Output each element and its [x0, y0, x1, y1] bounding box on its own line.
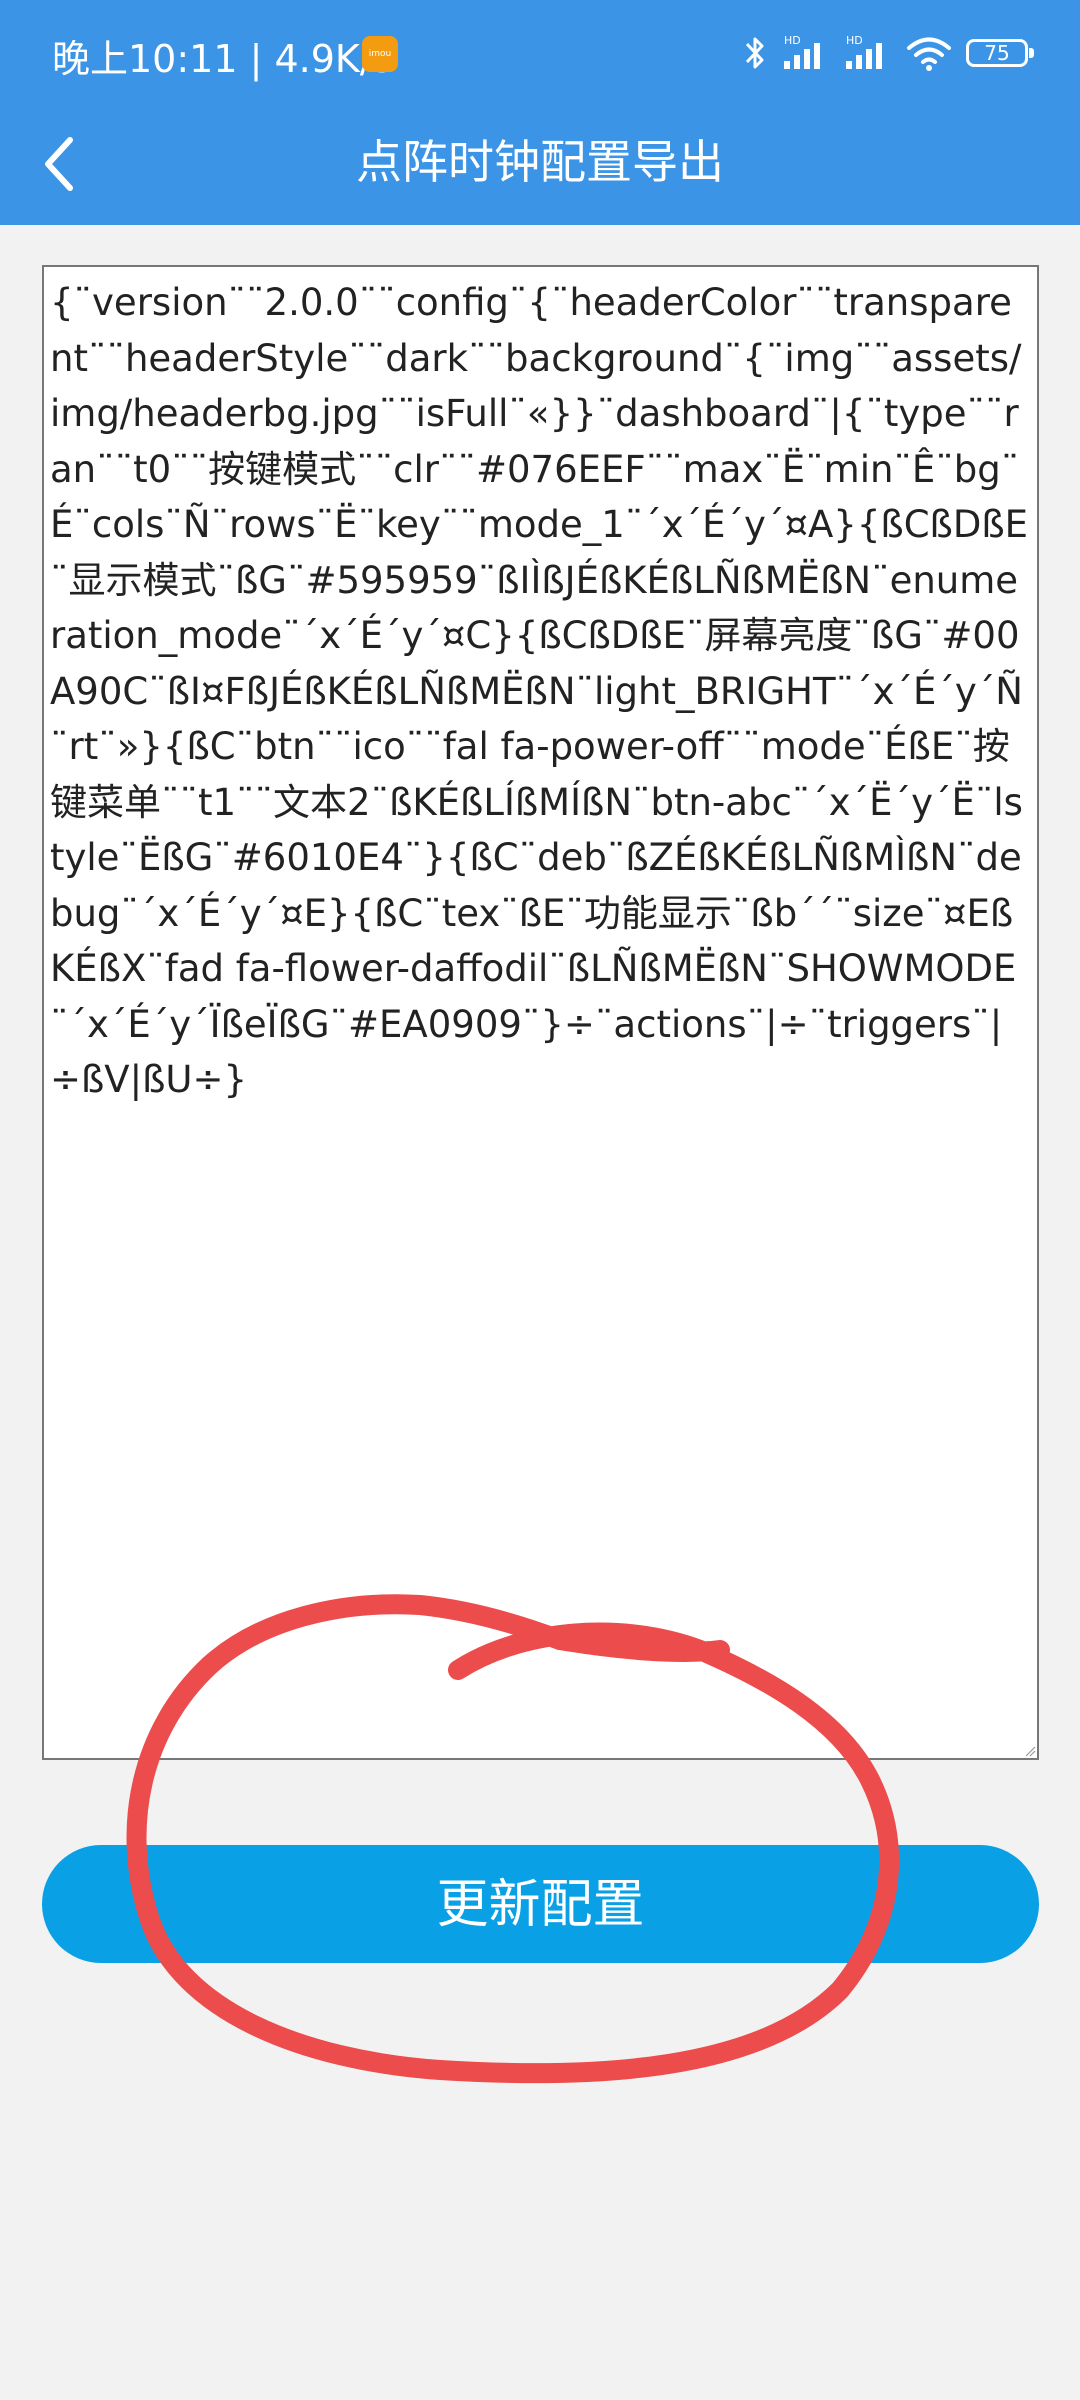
- resize-grip-icon[interactable]: [1024, 1745, 1036, 1757]
- app-bar: 点阵时钟配置导出: [0, 100, 1080, 225]
- status-time: 晚上10:11 | 4.9K/s: [52, 37, 393, 81]
- update-config-button[interactable]: 更新配置: [42, 1845, 1039, 1963]
- svg-text:HD: HD: [784, 34, 801, 47]
- back-button[interactable]: [20, 124, 100, 204]
- signal-hd-icon: HD: [784, 34, 820, 69]
- signal-hd-icon: HD: [846, 34, 882, 69]
- imou-app-icon: imou: [362, 36, 398, 72]
- battery-indicator: 75: [966, 39, 1034, 67]
- chevron-left-icon: [45, 137, 73, 191]
- page-title: 点阵时钟配置导出: [356, 135, 724, 189]
- svg-text:HD: HD: [846, 34, 863, 47]
- status-icons: HD HD 75: [742, 28, 1034, 78]
- bluetooth-icon: [745, 37, 764, 69]
- status-bar: 晚上10:11 | 4.9K/s imou HD HD 75: [0, 0, 1080, 100]
- wifi-icon: [907, 37, 951, 71]
- config-json-textarea[interactable]: {¨version¨¨2.0.0¨¨config¨{¨headerColor¨¨…: [42, 265, 1039, 1760]
